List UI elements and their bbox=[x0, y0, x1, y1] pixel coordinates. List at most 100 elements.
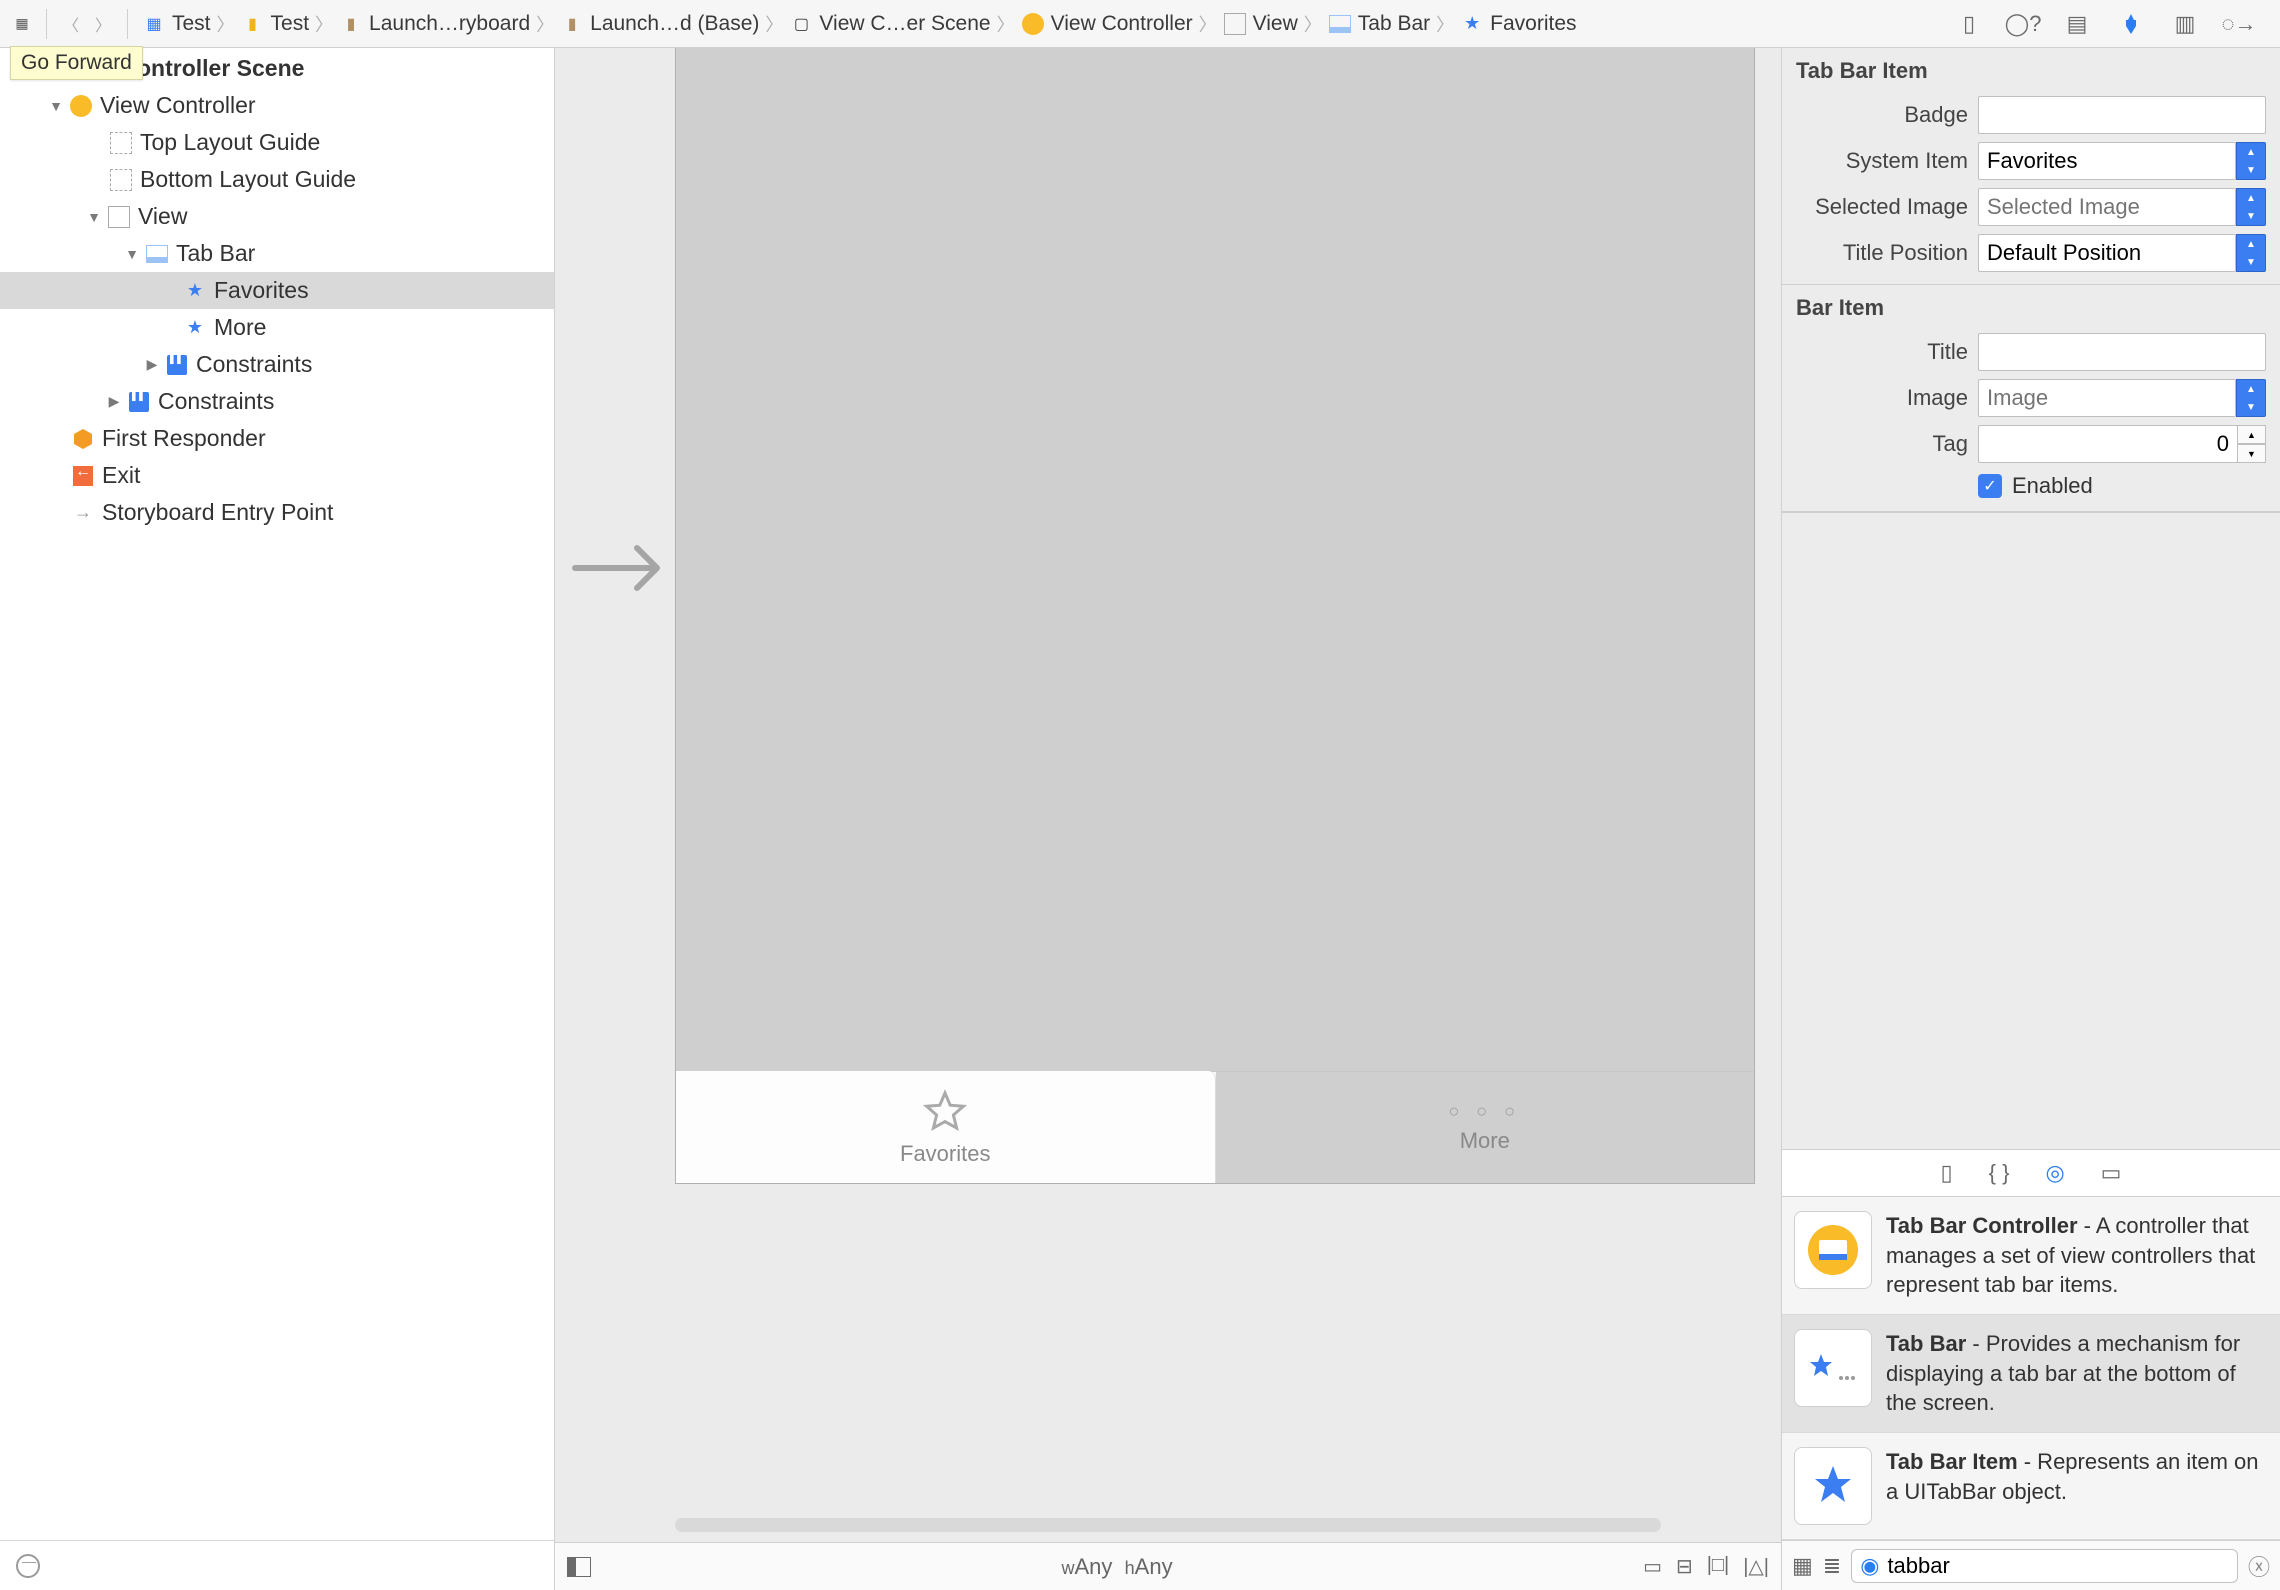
constraints-inner-row[interactable]: ▶Constraints bbox=[0, 346, 554, 383]
file-inspector-icon[interactable]: ▯ bbox=[1956, 11, 1982, 37]
cube-icon bbox=[70, 426, 96, 452]
image-label: Image bbox=[1796, 385, 1968, 411]
size-class-label[interactable]: wAny hAny bbox=[591, 1554, 1643, 1580]
more-item-row[interactable]: ★More bbox=[0, 309, 554, 346]
library-item-tabbar[interactable]: Tab Bar - Provides a mechanism for displ… bbox=[1782, 1315, 2280, 1433]
clear-search-icon[interactable]: ⓧ bbox=[2248, 1550, 2270, 1582]
enabled-label: Enabled bbox=[2012, 473, 2093, 499]
arrow-icon: → bbox=[70, 500, 96, 526]
resolve-button[interactable]: |□| bbox=[1707, 1554, 1729, 1579]
section-header-tabbaritem: Tab Bar Item bbox=[1782, 48, 2280, 92]
resize-button[interactable]: |△| bbox=[1743, 1554, 1769, 1579]
crumb-scene[interactable]: ▢View C…er Scene bbox=[785, 10, 994, 38]
bottom-layout-guide-row[interactable]: Bottom Layout Guide bbox=[0, 161, 554, 198]
related-items-button[interactable]: ▦ bbox=[8, 10, 36, 38]
tab-favorites[interactable]: Favorites bbox=[676, 1071, 1216, 1183]
star-outline-icon bbox=[921, 1087, 969, 1135]
tab-more[interactable]: ○ ○ ○ More bbox=[1216, 1072, 1755, 1183]
selected-image-label: Selected Image bbox=[1796, 194, 1968, 220]
pin-button[interactable]: ⊟ bbox=[1676, 1554, 1693, 1579]
guide-icon bbox=[108, 130, 134, 156]
tag-stepper[interactable]: ▲▼ bbox=[2238, 425, 2266, 463]
identity-inspector-icon[interactable]: ▤ bbox=[2064, 11, 2090, 37]
nav-back-button[interactable]: 〈 bbox=[57, 10, 85, 38]
canvas-scrollbar[interactable] bbox=[675, 1518, 1661, 1532]
crumb-folder[interactable]: ▮Test bbox=[237, 10, 314, 38]
favorites-item-row[interactable]: ★Favorites bbox=[0, 272, 554, 309]
list-view-button[interactable]: ≣ bbox=[1823, 1553, 1841, 1579]
tabbar-icon bbox=[1328, 12, 1352, 36]
more-dots-icon: ○ ○ ○ bbox=[1448, 1101, 1521, 1122]
system-item-label: System Item bbox=[1796, 148, 1968, 174]
dropdown-arrows-icon[interactable]: ▲▼ bbox=[2236, 142, 2266, 180]
folder-icon: ▮ bbox=[241, 12, 265, 36]
inspector-spacer bbox=[1782, 512, 2280, 1149]
section-header-baritem: Bar Item bbox=[1782, 285, 2280, 329]
viewcontroller-artboard[interactable]: Favorites ○ ○ ○ More bbox=[675, 48, 1755, 1184]
image-select[interactable] bbox=[1978, 379, 2236, 417]
library-item-tabbaritem[interactable]: Tab Bar Item - Represents an item on a U… bbox=[1782, 1433, 2280, 1540]
code-snippet-tab-icon[interactable]: { } bbox=[1989, 1160, 2010, 1186]
crumb-item[interactable]: ★Favorites bbox=[1456, 10, 1580, 38]
title-label: Title bbox=[1796, 339, 1968, 365]
artboard-tabbar: Favorites ○ ○ ○ More bbox=[676, 1071, 1754, 1183]
title-position-select[interactable] bbox=[1978, 234, 2236, 272]
connections-inspector-icon[interactable]: ◌→ bbox=[2226, 11, 2252, 37]
library-footer: ▦ ≣ ◉ ⓧ bbox=[1782, 1540, 2280, 1590]
system-item-select[interactable] bbox=[1978, 142, 2236, 180]
crumb-project[interactable]: ▦Test bbox=[138, 10, 215, 38]
star-icon: ★ bbox=[182, 315, 208, 341]
divider bbox=[127, 9, 128, 39]
crumb-vc[interactable]: View Controller bbox=[1017, 10, 1197, 38]
storyboard-canvas[interactable]: Favorites ○ ○ ○ More bbox=[555, 48, 1781, 1542]
crumb-tabbar[interactable]: Tab Bar bbox=[1324, 10, 1434, 38]
media-library-tab-icon[interactable]: ▭ bbox=[2101, 1160, 2122, 1186]
align-button[interactable]: ▭ bbox=[1643, 1554, 1662, 1579]
title-input[interactable] bbox=[1978, 333, 2266, 371]
help-inspector-icon[interactable]: ◯? bbox=[2010, 11, 2036, 37]
viewcontroller-icon bbox=[68, 93, 94, 119]
crumb-view[interactable]: View bbox=[1219, 10, 1302, 38]
library-search-input[interactable] bbox=[1887, 1553, 2229, 1579]
crumb-storyboard-base[interactable]: ▮Launch…d (Base) bbox=[556, 10, 763, 38]
canvas-footer: wAny hAny ▭ ⊟ |□| |△| bbox=[555, 1542, 1781, 1590]
badge-input[interactable] bbox=[1978, 96, 2266, 134]
crumb-storyboard[interactable]: ▮Launch…ryboard bbox=[335, 10, 534, 38]
file-template-tab-icon[interactable]: ▯ bbox=[1941, 1160, 1953, 1186]
canvas-area: Favorites ○ ○ ○ More wAny hAny ▭ ⊟ |□| |… bbox=[555, 48, 1782, 1590]
dropdown-arrows-icon[interactable]: ▲▼ bbox=[2236, 234, 2266, 272]
grid-view-button[interactable]: ▦ bbox=[1792, 1553, 1813, 1579]
editor-topbar: ▦ 〈 〉 ▦Test〉 ▮Test〉 ▮Launch…ryboard〉 ▮La… bbox=[0, 0, 2280, 48]
library-search[interactable]: ◉ bbox=[1851, 1549, 2238, 1583]
view-row[interactable]: ▼View bbox=[0, 198, 554, 235]
dropdown-arrows-icon[interactable]: ▲▼ bbox=[2236, 379, 2266, 417]
tabbar-icon bbox=[1794, 1329, 1872, 1407]
view-icon bbox=[106, 204, 132, 230]
viewcontroller-row[interactable]: ▼View Controller bbox=[0, 87, 554, 124]
constraints-row[interactable]: ▶Constraints bbox=[0, 383, 554, 420]
top-layout-guide-row[interactable]: Top Layout Guide bbox=[0, 124, 554, 161]
tag-input[interactable] bbox=[1978, 425, 2238, 463]
tabbar-row[interactable]: ▼Tab Bar bbox=[0, 235, 554, 272]
object-library-tab-icon[interactable]: ◎ bbox=[2045, 1160, 2064, 1186]
toggle-outline-button[interactable] bbox=[567, 1557, 591, 1577]
size-inspector-icon[interactable]: ▥ bbox=[2172, 11, 2198, 37]
attributes-inspector: Tab Bar Item Badge System Item▲▼ Selecte… bbox=[1782, 48, 2280, 1590]
tabbar-icon bbox=[144, 241, 170, 267]
viewcontroller-icon bbox=[1021, 12, 1045, 36]
nav-forward-button[interactable]: 〉 bbox=[89, 10, 117, 38]
star-icon: ★ bbox=[1460, 12, 1484, 36]
search-scope-icon[interactable]: ◉ bbox=[1860, 1553, 1879, 1579]
selected-image-select[interactable] bbox=[1978, 188, 2236, 226]
breadcrumb: ▦Test〉 ▮Test〉 ▮Launch…ryboard〉 ▮Launch…d… bbox=[138, 10, 1581, 38]
filter-icon[interactable] bbox=[16, 1554, 40, 1578]
entry-point-row[interactable]: →Storyboard Entry Point bbox=[0, 494, 554, 531]
exit-icon bbox=[70, 463, 96, 489]
first-responder-row[interactable]: First Responder bbox=[0, 420, 554, 457]
attributes-inspector-icon[interactable] bbox=[2118, 11, 2144, 37]
dropdown-arrows-icon[interactable]: ▲▼ bbox=[2236, 188, 2266, 226]
library-item-tabbarcontroller[interactable]: Tab Bar Controller - A controller that m… bbox=[1782, 1197, 2280, 1315]
enabled-checkbox[interactable]: ✓ bbox=[1978, 474, 2002, 498]
exit-row[interactable]: Exit bbox=[0, 457, 554, 494]
go-forward-tooltip: Go Forward bbox=[10, 46, 143, 80]
